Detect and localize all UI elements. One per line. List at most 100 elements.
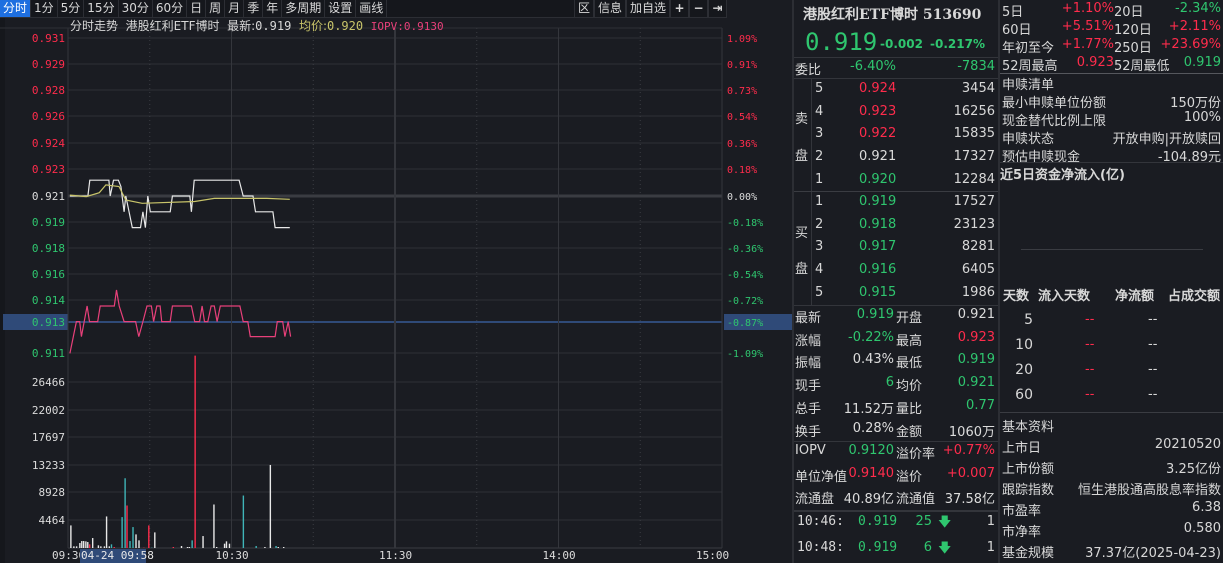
redeem-value: 150万份: [1170, 96, 1221, 111]
tab-11[interactable]: 多周期: [282, 0, 326, 17]
flow-inflow-days: --: [1085, 387, 1095, 402]
ask-level: 2: [815, 149, 824, 165]
chart-header: 分时走势 港股红利ETF博时 最新:0.919 均价:0.920 IOPV:0.…: [70, 19, 444, 34]
bid-level: 3: [815, 239, 824, 255]
bid-price[interactable]: 0.919: [859, 194, 896, 209]
stat-value: +0.77%: [942, 443, 995, 458]
basic-label: 市盈率: [1002, 504, 1042, 519]
stat-value: 0.9120: [848, 443, 895, 458]
tab-0[interactable]: 分时: [0, 0, 32, 17]
ask-volume: 3454: [961, 81, 995, 96]
bid-price[interactable]: 0.915: [859, 285, 896, 300]
time-tick-label: 10:30: [216, 549, 249, 562]
weibi-label: 委比: [795, 63, 822, 78]
zoom-in-icon[interactable]: +: [670, 0, 689, 17]
bid-level: 1: [815, 194, 824, 209]
basic-value: 0.580: [1183, 521, 1221, 536]
intraday-chart[interactable]: 0.931 1.09% 0.929 0.91% 0.928 0.73% 0.926 0.54%…: [0, 0, 792, 563]
stat-label: 溢价: [896, 469, 923, 485]
volume-bar: [188, 547, 191, 548]
volume-bar: [283, 547, 285, 548]
bid-volume: 8281: [961, 239, 995, 255]
price-tick-label: 0.926: [32, 110, 65, 123]
perf-value: -2.34%: [1175, 1, 1221, 16]
ask-price[interactable]: 0.921: [859, 149, 896, 164]
pct-tick-label: 0.18%: [727, 165, 757, 176]
cursor-time-label: 04-24 09:58: [81, 549, 154, 562]
flow-title: 近5日资金净流入(亿): [1000, 168, 1125, 183]
tab-13[interactable]: 画线: [356, 0, 388, 17]
stat-value: 0.921: [957, 307, 995, 322]
perf-value: +1.10%: [1061, 1, 1114, 16]
info-button[interactable]: 信息: [593, 0, 626, 17]
stat-value: 0.919: [856, 307, 894, 322]
tab-3[interactable]: 15分: [84, 0, 119, 17]
ask-price[interactable]: 0.923: [859, 104, 896, 119]
pct-tick-label: 0.36%: [727, 139, 757, 150]
volume-bar: [135, 534, 137, 548]
tick-time: 10:46:: [797, 514, 844, 529]
buy-side-label: 买: [795, 226, 809, 241]
down-arrow-icon: 🡇: [938, 515, 952, 530]
add-watchlist-button[interactable]: 加自选: [625, 0, 670, 17]
tab-2[interactable]: 5分: [58, 0, 85, 17]
price-tick-label: 0.914: [32, 294, 65, 307]
ask-price[interactable]: 0.920: [859, 172, 896, 187]
divider: [794, 57, 998, 58]
zone-button[interactable]: 区: [573, 0, 594, 17]
redeem-label: 现金替代比例上限: [1002, 114, 1107, 129]
ask-volume: 12284: [953, 171, 995, 187]
price-tick-label: 0.919: [32, 216, 65, 229]
tab-9[interactable]: 季: [244, 0, 264, 17]
volume-bar: [110, 544, 113, 548]
bid-price[interactable]: 0.918: [859, 217, 896, 232]
volume-bar: [277, 547, 279, 548]
basic-label: 跟踪指数: [1002, 483, 1055, 498]
tab-5[interactable]: 60分: [153, 0, 188, 17]
flow-inflow-days: --: [1085, 312, 1095, 327]
perf-label: 5日: [1002, 5, 1024, 20]
divider: [794, 191, 998, 192]
tab-1[interactable]: 1分: [31, 0, 58, 17]
tab-8[interactable]: 月: [225, 0, 245, 17]
ask-level: 5: [815, 81, 824, 96]
basic-label: 基金规模: [1002, 546, 1055, 561]
volume-tick-label: 13233: [32, 459, 65, 472]
price-tick-label: 0.913: [32, 316, 65, 329]
tick-price: 0.919: [858, 514, 898, 529]
bid-price[interactable]: 0.917: [859, 239, 896, 254]
volume-tick-label: 22002: [32, 404, 65, 417]
flow-net: --: [1148, 387, 1158, 402]
volume-bar: [70, 525, 72, 548]
tick-count: 1: [986, 540, 995, 555]
tab-12[interactable]: 设置: [325, 0, 357, 17]
tab-6[interactable]: 日: [187, 0, 207, 17]
flow-header: 占成交额: [1168, 289, 1221, 304]
flow-header: 天数: [1003, 289, 1030, 304]
basic-title: 基本资料: [1002, 420, 1055, 435]
volume-bar: [202, 536, 204, 548]
pct-tick-label: 0.54%: [727, 112, 757, 123]
tab-4[interactable]: 30分: [119, 0, 153, 17]
ask-price[interactable]: 0.922: [859, 126, 896, 141]
stat-value: 1060万: [948, 424, 995, 440]
bid-price[interactable]: 0.916: [859, 262, 896, 277]
volume-bar: [113, 547, 115, 548]
ask-price[interactable]: 0.924: [859, 81, 896, 96]
time-tick-label: 15:00: [696, 549, 729, 562]
pct-tick-label: 1.09%: [727, 34, 757, 45]
stat-value: 0.28%: [852, 420, 894, 436]
tab-10[interactable]: 年: [263, 0, 283, 17]
expand-icon[interactable]: ⇥: [708, 0, 727, 17]
perf-label: 年初至今: [1002, 41, 1055, 56]
tab-7[interactable]: 周: [206, 0, 226, 17]
time-tick-label: 11:30: [379, 549, 412, 562]
ask-level: 4: [815, 103, 824, 119]
flow-net: --: [1148, 312, 1158, 327]
volume-bar: [85, 541, 87, 548]
zoom-out-icon[interactable]: −: [689, 0, 708, 17]
stat-label: 流通盘: [795, 492, 835, 508]
pct-tick-label: -1.09%: [727, 349, 763, 360]
stat-value: 6: [885, 375, 894, 391]
volume-bar: [255, 546, 257, 548]
